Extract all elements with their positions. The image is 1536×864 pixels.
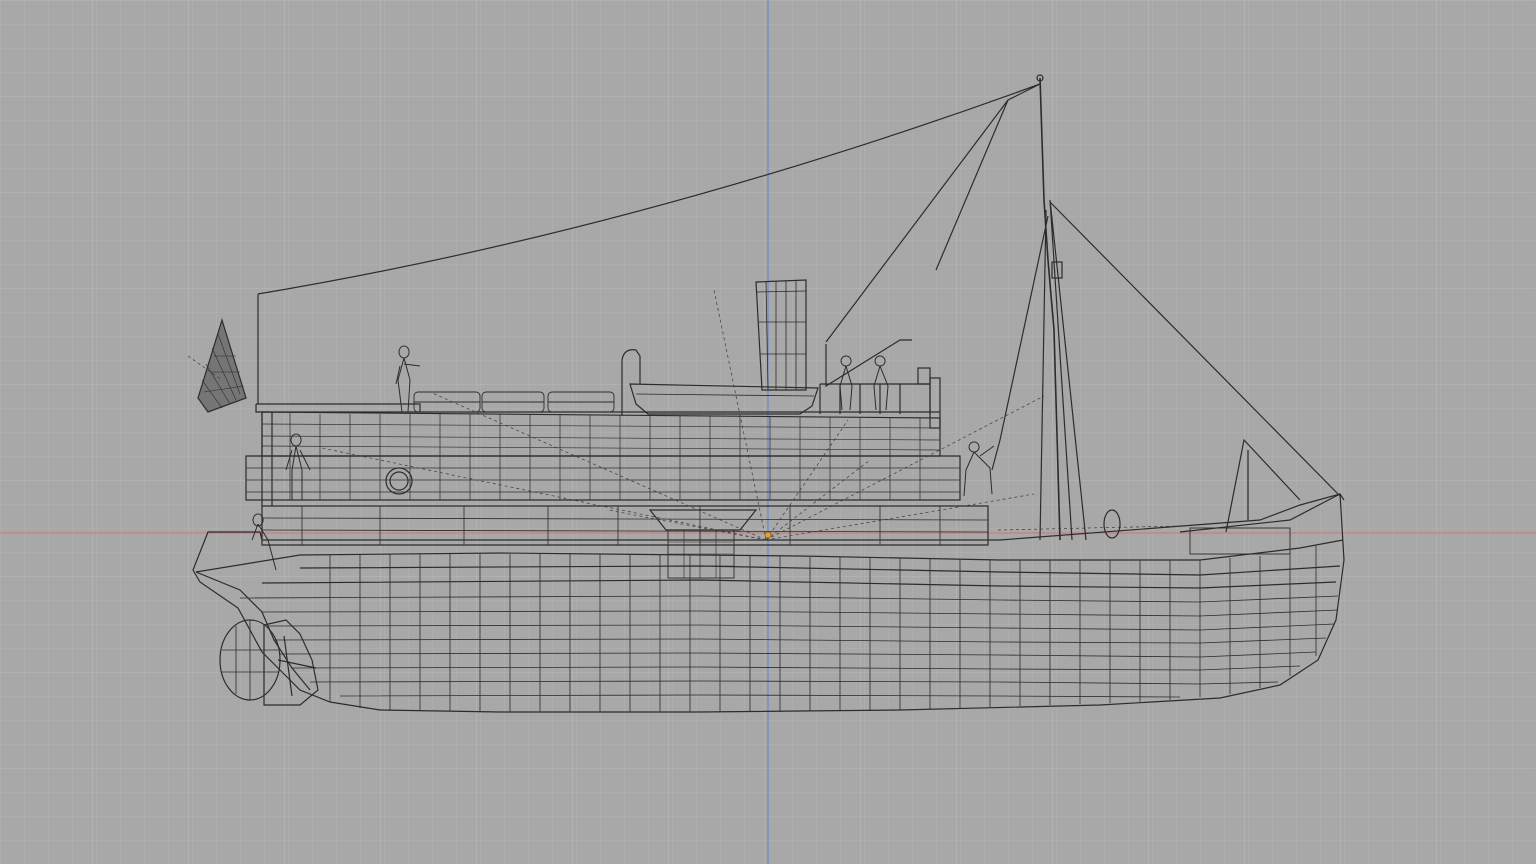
viewport-canvas[interactable] bbox=[0, 0, 1536, 864]
object-pivot[interactable] bbox=[764, 531, 772, 539]
grid-major bbox=[0, 0, 1532, 864]
3d-viewport[interactable] bbox=[0, 0, 1536, 864]
